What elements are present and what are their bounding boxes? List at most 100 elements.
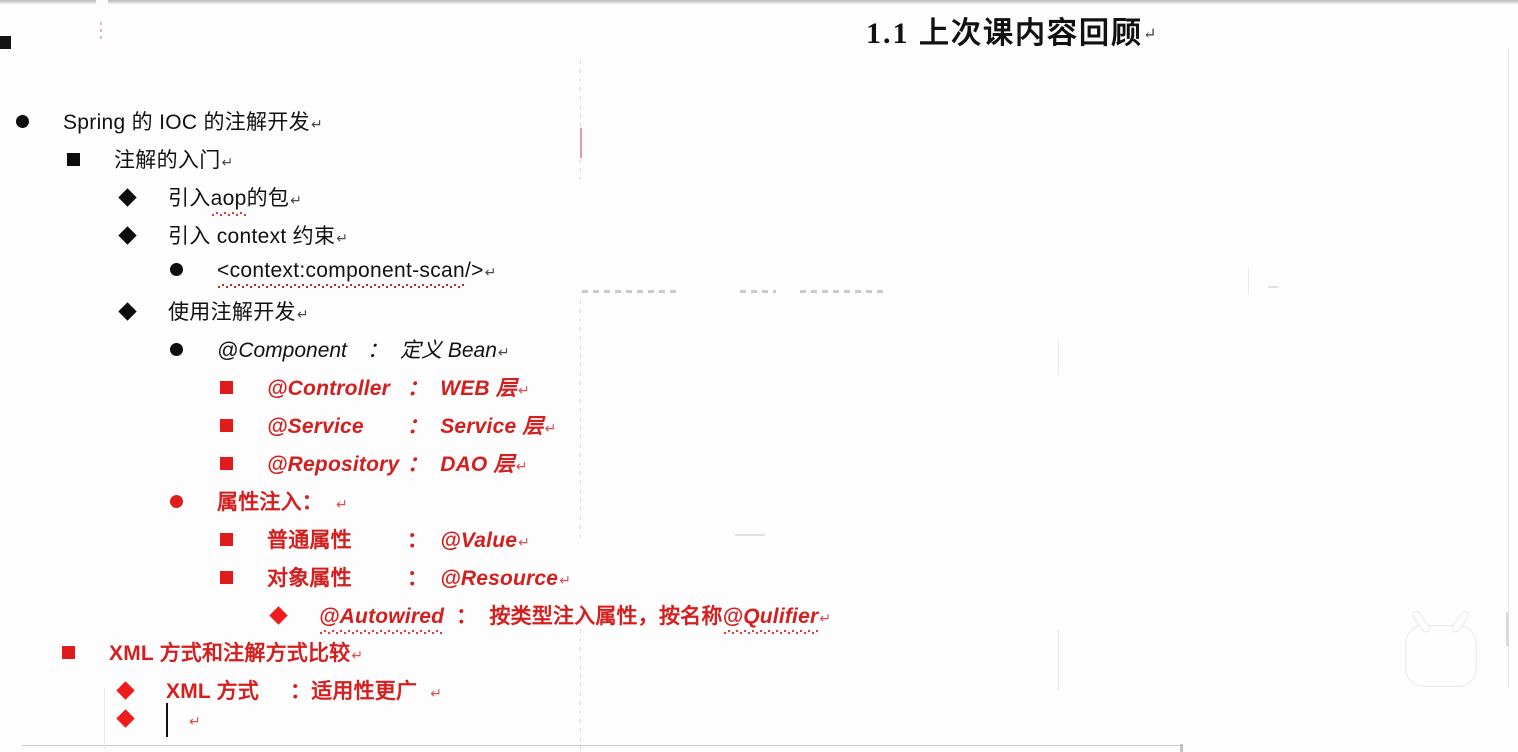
- bottom-page-rule-end: [1180, 744, 1183, 752]
- annotation-desc: @Value: [440, 529, 518, 552]
- outline-item-label: Spring 的 IOC 的注解开发: [63, 111, 310, 134]
- annotation-desc: 适用性更广: [311, 680, 418, 703]
- outline-item-label: 属性注入：: [217, 491, 323, 514]
- square-bullet-icon: [220, 419, 233, 432]
- disc-bullet-icon: [170, 343, 183, 356]
- red-margin-tick: [100, 22, 102, 40]
- compression-artifact: [735, 534, 765, 536]
- square-bullet-icon: [220, 457, 233, 470]
- right-page-edge-line: [1508, 48, 1509, 688]
- outline-item-spring-ioc-annotation[interactable]: Spring 的 IOC 的注解开发 ↵: [16, 106, 323, 136]
- paragraph-mark: ↵: [221, 154, 234, 170]
- paragraph-mark: ↵: [1143, 26, 1157, 43]
- annotation-term: @Service: [267, 415, 364, 438]
- compression-artifact: [1268, 286, 1278, 288]
- annotation-term: @Controller: [267, 377, 391, 400]
- outline-item-label-suffix: 的包: [246, 187, 290, 210]
- annotation-term: @Repository: [267, 453, 400, 476]
- outline-item-component-scan-tag[interactable]: <context:component-scan /> ↵: [170, 259, 497, 288]
- diamond-bullet-icon: [116, 681, 135, 700]
- square-bullet-icon: [220, 533, 233, 546]
- screen-capture-frame: 1.1 上次课内容回顾↵ Spring 的 IOC 的注解开发 ↵ 注解的入门 …: [0, 0, 1518, 752]
- red-margin-bar: [580, 128, 582, 158]
- outline-item-label: 使用注解开发: [168, 301, 296, 324]
- disc-bullet-icon: [170, 263, 183, 276]
- ghost-guide-line: [580, 300, 581, 540]
- text-cursor-caret: [166, 703, 168, 737]
- outline-item-at-service[interactable]: @Service ： Service 层 ↵: [220, 410, 556, 440]
- square-bullet-icon: [67, 153, 80, 166]
- annotation-desc: Service 层: [440, 415, 544, 438]
- outline-item-at-controller[interactable]: @Controller ： WEB 层 ↵: [220, 372, 530, 402]
- ghost-guide-line: [580, 60, 581, 180]
- paragraph-mark: ↵: [296, 306, 309, 322]
- diamond-bullet-icon: [116, 709, 135, 728]
- annotation-term: XML 方式: [166, 680, 259, 703]
- annotation-separator: ：: [407, 377, 429, 400]
- annotation-separator: ：: [407, 415, 429, 438]
- annotation-desc: WEB 层: [440, 377, 518, 400]
- outline-item-import-context-schema[interactable]: 引入 context 约束 ↵: [118, 220, 348, 250]
- outline-item-label: 注解的入门: [114, 149, 221, 172]
- paragraph-mark: ↵: [544, 420, 557, 436]
- compression-artifact: [800, 290, 884, 293]
- diamond-bullet-icon: [118, 188, 137, 207]
- annotation-term: 对象属性: [267, 567, 352, 590]
- document-heading: 1.1 上次课内容回顾↵: [866, 8, 1156, 52]
- diamond-bullet-icon: [118, 302, 137, 321]
- annotation-desc: 定义 Bean: [400, 339, 497, 362]
- disc-bullet-icon: [170, 495, 183, 508]
- annotation-desc: DAO 层: [440, 453, 515, 476]
- outline-item-xml-approach[interactable]: XML 方式 ： 适用性更广 ↵: [116, 675, 442, 705]
- paragraph-mark: ↵: [819, 610, 832, 626]
- watermark-label: bilibili-tv-play-logo: [1490, 608, 1491, 609]
- top-strip-gap: [96, 0, 108, 4]
- outline-item-xml-vs-annotation[interactable]: XML 方式和注解方式比较 ↵: [62, 637, 363, 667]
- outline-item-label-prefix: 引入: [168, 187, 211, 210]
- paragraph-mark: ↵: [430, 685, 442, 701]
- paragraph-mark: ↵: [515, 458, 528, 474]
- outline-item-at-component[interactable]: @Component ： 定义 Bean ↵: [170, 334, 510, 364]
- outline-item-annotation-intro[interactable]: 注解的入门 ↵: [67, 144, 233, 174]
- outline-item-label: 引入 context 约束: [168, 225, 336, 248]
- diamond-bullet-icon: [269, 606, 288, 625]
- annotation-separator: ：: [456, 605, 478, 628]
- outline-item-simple-property[interactable]: 普通属性 ： @Value ↵: [220, 524, 530, 554]
- compression-artifact: [740, 290, 776, 293]
- diamond-bullet-icon: [118, 226, 137, 245]
- paragraph-mark: ↵: [336, 496, 348, 512]
- misspelled-token-component-scan: <context:component-scan: [217, 259, 465, 288]
- compression-artifact: [582, 290, 678, 293]
- outline-item-at-repository[interactable]: @Repository ： DAO 层 ↵: [220, 448, 527, 478]
- right-edge-mark: [1506, 612, 1509, 646]
- window-top-strip: [0, 0, 1518, 4]
- misspelled-word-aop: aop: [210, 187, 247, 216]
- paragraph-mark: ↵: [189, 713, 201, 729]
- ghost-guide-line: [1248, 268, 1249, 294]
- annotation-term: 普通属性: [267, 529, 352, 552]
- square-bullet-icon: [220, 571, 233, 584]
- outline-item-use-annotation-dev[interactable]: 使用注解开发 ↵: [118, 296, 309, 326]
- ghost-guide-line: [580, 620, 581, 750]
- paragraph-mark: ↵: [290, 192, 302, 208]
- square-bullet-icon: [220, 381, 233, 394]
- outline-item-import-aop-package[interactable]: 引入 aop 的包 ↵: [118, 182, 302, 216]
- ghost-guide-line: [104, 688, 105, 750]
- annotation-separator: ：: [367, 339, 388, 362]
- left-edge-marker: [0, 36, 11, 49]
- outline-item-object-property[interactable]: 对象属性 ： @Resource ↵: [220, 562, 571, 592]
- annotation-desc: @Resource: [440, 567, 559, 590]
- paragraph-mark: ↵: [518, 534, 530, 550]
- bottom-page-rule: [22, 745, 1180, 746]
- paragraph-mark: ↵: [351, 647, 364, 663]
- outline-item-property-injection[interactable]: 属性注入： ↵: [170, 486, 348, 516]
- annotation-desc-prefix: 按类型注入属性，按名称: [489, 605, 723, 628]
- misspelled-token-autowired: @Autowired: [319, 605, 445, 634]
- annotation-separator: ：: [407, 529, 429, 552]
- outline-item-empty-new-item[interactable]: ↵: [116, 709, 201, 730]
- ghost-guide-line: [1058, 630, 1059, 690]
- outline-item-at-autowired[interactable]: @Autowired ： 按类型注入属性，按名称 @Qulifier ↵: [269, 600, 832, 634]
- paragraph-mark: ↵: [518, 382, 530, 398]
- paragraph-mark: ↵: [484, 264, 497, 280]
- annotation-separator: ：: [407, 453, 429, 476]
